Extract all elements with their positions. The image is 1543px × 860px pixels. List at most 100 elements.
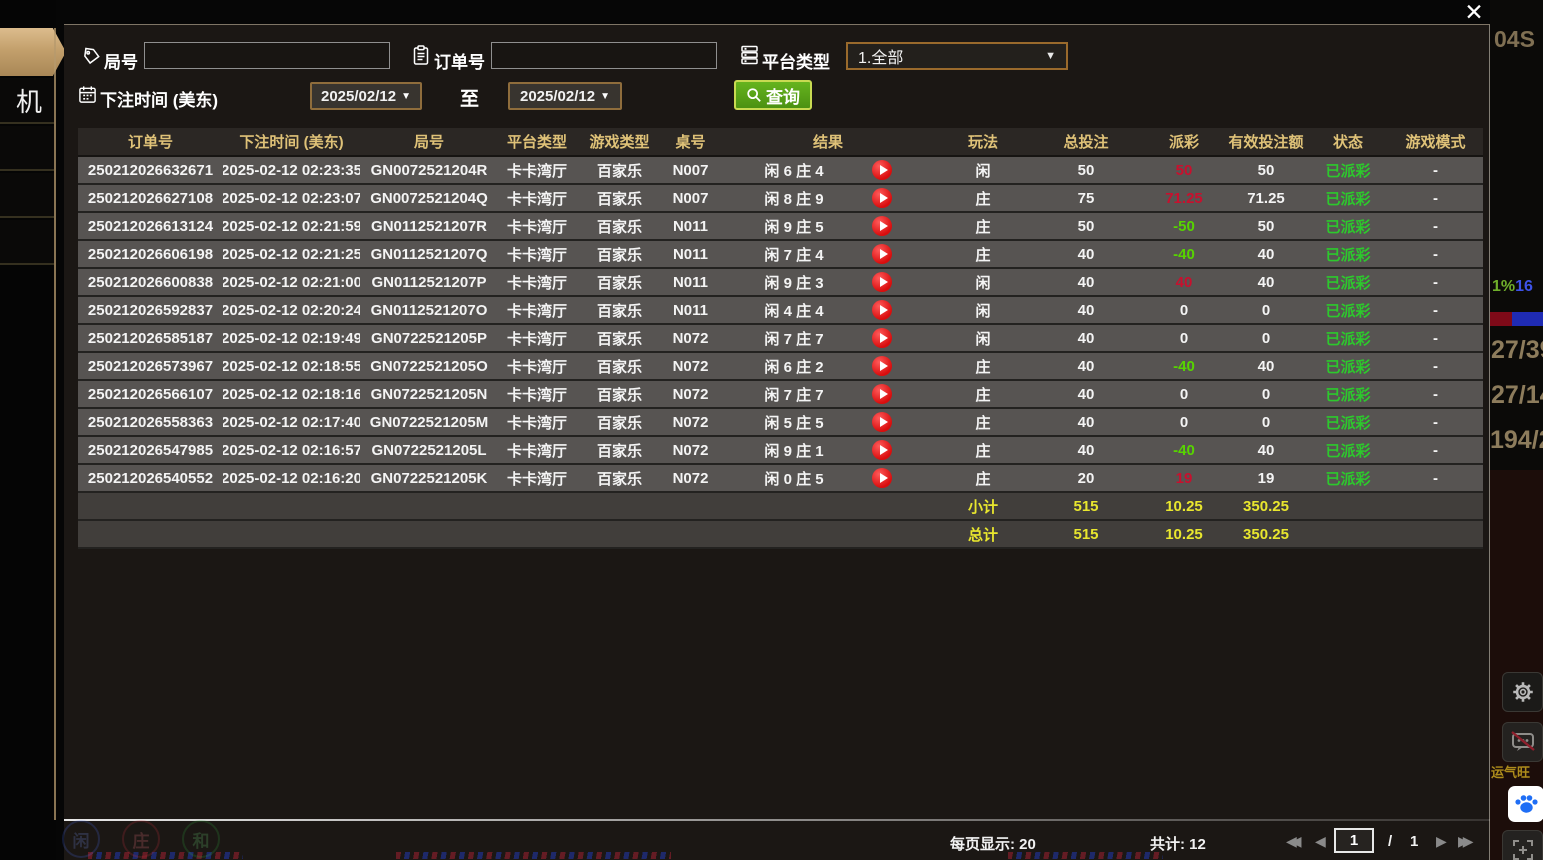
cell-total: 40 — [1028, 409, 1144, 435]
chevron-down-icon: ▼ — [600, 91, 610, 102]
expand-icon — [1511, 838, 1535, 860]
cell-tableNo: N011 — [663, 297, 718, 323]
valid-bet-sum: 350.25 — [1224, 493, 1308, 519]
replay-video-icon[interactable] — [872, 272, 892, 292]
cell-payout: 0 — [1144, 297, 1224, 323]
first-page-button[interactable]: ◀◀ — [1286, 833, 1296, 850]
replay-video-icon[interactable] — [872, 384, 892, 404]
cell-game: 百家乐 — [576, 157, 663, 183]
last-page-button[interactable]: ▶▶ — [1458, 833, 1468, 850]
cell-round: GN0112521207Q — [360, 241, 498, 267]
valid-bet-sum: 350.25 — [1224, 521, 1308, 547]
column-header: 派彩 — [1144, 128, 1224, 155]
replay-video-icon[interactable] — [872, 188, 892, 208]
result-text: 闲 9 庄 3 — [764, 272, 823, 293]
cell-game: 百家乐 — [576, 381, 663, 407]
cell-time: 2025-02-12 02:23:07 — [223, 185, 360, 211]
query-button[interactable]: 查询 — [734, 80, 812, 110]
replay-video-icon[interactable] — [872, 356, 892, 376]
cell-tableNo: N007 — [663, 185, 718, 211]
column-header: 总投注 — [1028, 128, 1144, 155]
replay-video-icon[interactable] — [872, 440, 892, 460]
platform-type-select[interactable]: 1.全部 ▼ — [846, 42, 1068, 70]
cell-valid: 19 — [1224, 465, 1308, 491]
cell-game: 百家乐 — [576, 297, 663, 323]
settings-button[interactable] — [1502, 672, 1543, 712]
next-page-button[interactable]: ▶ — [1436, 833, 1447, 850]
prev-page-button[interactable]: ◀ — [1315, 833, 1326, 850]
cell-status: 已派彩 — [1308, 353, 1388, 379]
replay-video-icon[interactable] — [872, 328, 892, 348]
stat-fragment: 194/2 — [1490, 426, 1543, 455]
cell-mode: - — [1388, 269, 1483, 295]
cell-tableNo: N072 — [663, 409, 718, 435]
date-to-button[interactable]: 2025/02/12 ▼ — [508, 82, 622, 110]
replay-video-icon[interactable] — [872, 160, 892, 180]
sidebar-tab[interactable] — [0, 220, 54, 265]
order-number-input[interactable] — [491, 42, 717, 69]
cell-order: 250212026573967 — [78, 353, 223, 379]
cell-total: 50 — [1028, 213, 1144, 239]
cell-valid: 40 — [1224, 269, 1308, 295]
calendar-icon — [78, 85, 97, 104]
total-bet-sum: 515 — [1028, 521, 1144, 547]
table-row: 2502120265851872025-02-12 02:19:49GN0722… — [78, 325, 1483, 353]
sidebar: 机 — [0, 0, 56, 860]
replay-video-icon[interactable] — [872, 468, 892, 488]
cell-order: 250212026613124 — [78, 213, 223, 239]
result-text: 闲 6 庄 2 — [764, 356, 823, 377]
cell-platform: 卡卡湾厅 — [498, 409, 576, 435]
cell-mode: - — [1388, 353, 1483, 379]
cell-time: 2025-02-12 02:21:59 — [223, 213, 360, 239]
cell-round: GN0722521205M — [360, 409, 498, 435]
grand-total-row: 总计51510.25350.25 — [78, 521, 1483, 549]
cell-valid: 50 — [1224, 213, 1308, 239]
cell-play: 闲 — [938, 325, 1028, 351]
replay-video-icon[interactable] — [872, 300, 892, 320]
replay-video-icon[interactable] — [872, 244, 892, 264]
spacer — [1308, 521, 1388, 547]
pet-button[interactable] — [1508, 786, 1543, 822]
stat-fragment: 27/14 — [1491, 381, 1543, 410]
chat-mute-button[interactable] — [1502, 722, 1543, 762]
cell-play: 闲 — [938, 269, 1028, 295]
fullscreen-button[interactable] — [1502, 830, 1543, 860]
cell-status: 已派彩 — [1308, 297, 1388, 323]
cell-time: 2025-02-12 02:16:57 — [223, 437, 360, 463]
page-separator: / — [1388, 833, 1392, 850]
cell-tableNo: N072 — [663, 325, 718, 351]
cell-result: 闲 7 庄 4 — [718, 241, 938, 267]
spacer — [78, 521, 938, 547]
replay-video-icon[interactable] — [872, 412, 892, 432]
cell-round: GN0072521204R — [360, 157, 498, 183]
payout-sum: 10.25 — [1144, 521, 1224, 547]
bead-road-strip — [1008, 852, 1163, 859]
cell-mode: - — [1388, 297, 1483, 323]
cell-valid: 0 — [1224, 409, 1308, 435]
date-to-value: 2025/02/12 — [520, 88, 595, 105]
cell-mode: - — [1388, 213, 1483, 239]
page-number-input[interactable]: 1 — [1334, 828, 1374, 853]
replay-video-icon[interactable] — [872, 216, 892, 236]
column-header: 下注时间 (美东) — [223, 128, 360, 155]
cell-game: 百家乐 — [576, 185, 663, 211]
sidebar-tab[interactable] — [0, 126, 54, 171]
cell-valid: 50 — [1224, 157, 1308, 183]
sidebar-tab-active[interactable] — [0, 28, 66, 76]
cell-time: 2025-02-12 02:23:35 — [223, 157, 360, 183]
sidebar-tab-machine[interactable]: 机 — [0, 78, 54, 124]
cell-payout: -50 — [1144, 213, 1224, 239]
round-number-input[interactable] — [144, 42, 390, 69]
cell-valid: 40 — [1224, 353, 1308, 379]
cell-game: 百家乐 — [576, 409, 663, 435]
total-label: 小计 — [938, 493, 1028, 519]
chevron-down-icon: ▼ — [1045, 50, 1056, 62]
cell-result: 闲 0 庄 5 — [718, 465, 938, 491]
date-from-button[interactable]: 2025/02/12 ▼ — [310, 82, 422, 110]
table-row: 2502120265405522025-02-12 02:16:20GN0722… — [78, 465, 1483, 493]
close-icon[interactable]: ✕ — [1458, 0, 1490, 26]
round-number-label: 局号 — [104, 48, 138, 73]
sidebar-tab[interactable] — [0, 173, 54, 218]
cell-round: GN0722521205N — [360, 381, 498, 407]
cell-valid: 71.25 — [1224, 185, 1308, 211]
